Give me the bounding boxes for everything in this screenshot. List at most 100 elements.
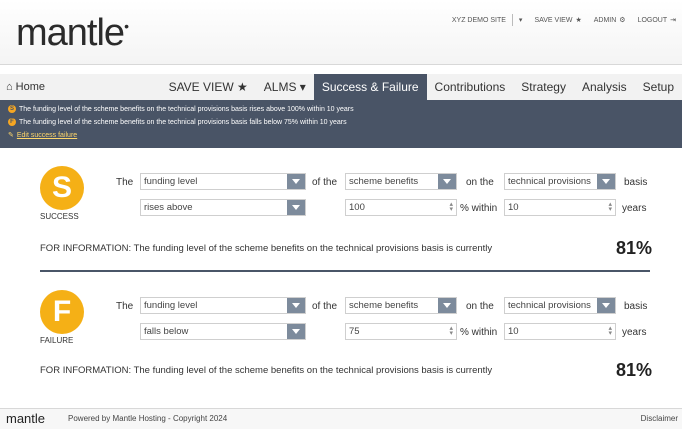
chevron-down-icon: ▾ <box>518 17 523 24</box>
failure-scope-select[interactable]: scheme benefits <box>345 297 457 314</box>
failure-info-text: FOR INFORMATION: The funding level of th… <box>40 365 493 376</box>
disclaimer-link[interactable]: Disclaimer <box>641 414 678 423</box>
success-badge-icon: S <box>8 105 16 113</box>
admin-link[interactable]: ADMIN ⚙ <box>588 16 632 25</box>
failure-pct-within-label: % within <box>460 327 498 338</box>
success-caption: SUCCESS <box>40 212 79 221</box>
failure-badge-icon: F <box>8 118 16 126</box>
success-summary-text: The funding level of the scheme benefits… <box>19 105 354 113</box>
edit-row: ✎ Edit success failure <box>8 131 77 140</box>
chevron-down-icon <box>287 324 305 339</box>
success-basis-value: technical provisions <box>508 176 591 187</box>
failure-current-value: 81% <box>616 360 653 380</box>
success-years-input[interactable]: 10 ▴ ▾ <box>504 199 616 216</box>
chevron-down-icon <box>287 174 305 189</box>
success-the-label: The <box>116 177 134 188</box>
summary-banner: S The funding level of the scheme benefi… <box>0 100 682 148</box>
failure-summary-text: The funding level of the scheme benefits… <box>19 118 347 126</box>
main-nav: ⌂ Home SAVE VIEW ★ ALMS ▾ Success & Fail… <box>0 74 682 101</box>
success-direction-value: rises above <box>144 202 193 213</box>
footer: mantle Powered by Mantle Hosting - Copyr… <box>0 408 682 429</box>
failure-on-the-label: on the <box>466 301 494 312</box>
logout-icon: ⇥ <box>670 17 676 24</box>
success-years-value: 10 <box>508 202 519 213</box>
success-on-the-label: on the <box>466 177 494 188</box>
tab-contributions[interactable]: Contributions <box>427 74 514 100</box>
failure-basis-select[interactable]: technical provisions <box>504 297 616 314</box>
save-view-label: SAVE VIEW <box>534 16 573 24</box>
tab-save-view[interactable]: SAVE VIEW ★ <box>161 74 256 100</box>
success-info-text: FOR INFORMATION: The funding level of th… <box>40 243 493 254</box>
success-threshold-value: 100 <box>349 202 365 213</box>
top-header: mantle• XYZ DEMO SITE ▾ SAVE VIEW ★ ADMIN… <box>0 0 682 65</box>
tab-strategy[interactable]: Strategy <box>513 74 574 100</box>
success-basis-label: basis <box>624 177 648 188</box>
failure-threshold-value: 75 <box>349 326 360 337</box>
tab-success-failure[interactable]: Success & Failure <box>313 74 427 100</box>
success-metric-select[interactable]: funding level <box>140 173 306 190</box>
success-pct-within-label: % within <box>460 203 498 214</box>
stepper-icon[interactable]: ▴ ▾ <box>608 201 612 213</box>
success-metric-value: funding level <box>144 176 198 187</box>
failure-badge: F <box>40 290 84 334</box>
stepper-icon[interactable]: ▴ ▾ <box>449 325 453 337</box>
success-badge: S <box>40 166 84 210</box>
failure-the-label: The <box>116 301 134 312</box>
site-dropdown-button[interactable]: ▾ <box>513 16 529 24</box>
failure-basis-value: technical provisions <box>508 300 591 311</box>
home-link[interactable]: ⌂ Home <box>6 74 45 100</box>
footer-powered-text: Powered by Mantle Hosting - Copyright 20… <box>68 414 228 423</box>
admin-label: ADMIN <box>593 16 617 24</box>
chevron-down-icon <box>287 200 305 215</box>
failure-threshold-input[interactable]: 75 ▴ ▾ <box>345 323 457 340</box>
success-direction-select[interactable]: rises above <box>140 199 306 216</box>
failure-years-input[interactable]: 10 ▴ ▾ <box>504 323 616 340</box>
logout-link[interactable]: LOGOUT ⇥ <box>632 16 682 25</box>
tab-analysis[interactable]: Analysis <box>574 74 635 100</box>
success-current-value: 81% <box>616 238 653 258</box>
edit-success-failure-link[interactable]: Edit success failure <box>17 132 77 139</box>
gear-icon: ⚙ <box>619 17 626 24</box>
logout-label: LOGOUT <box>637 16 668 24</box>
failure-of-the-label: of the <box>312 301 338 312</box>
logo-text: mantle <box>16 12 125 54</box>
success-scope-select[interactable]: scheme benefits <box>345 173 457 190</box>
failure-direction-value: falls below <box>144 326 189 337</box>
stepper-icon[interactable]: ▴ ▾ <box>449 201 453 213</box>
chevron-down-icon <box>287 298 305 313</box>
stepper-icon[interactable]: ▴ ▾ <box>608 325 612 337</box>
nav-tabs: SAVE VIEW ★ ALMS ▾ Success & Failure Con… <box>161 74 682 100</box>
success-basis-select[interactable]: technical provisions <box>504 173 616 190</box>
failure-basis-label: basis <box>624 301 648 312</box>
tab-setup[interactable]: Setup <box>635 74 682 100</box>
chevron-down-icon <box>438 174 456 189</box>
failure-caption: FAILURE <box>40 336 74 345</box>
pencil-icon: ✎ <box>8 132 14 139</box>
failure-direction-select[interactable]: falls below <box>140 323 306 340</box>
logo-mark: • <box>124 18 129 34</box>
success-summary: S The funding level of the scheme benefi… <box>8 105 354 113</box>
mantle-logo[interactable]: mantle• <box>16 12 129 55</box>
tab-alms[interactable]: ALMS ▾ <box>256 74 314 100</box>
failure-years-value: 10 <box>508 326 519 337</box>
failure-metric-select[interactable]: funding level <box>140 297 306 314</box>
home-icon: ⌂ <box>6 81 13 93</box>
site-selector[interactable]: XYZ DEMO SITE <box>446 17 512 24</box>
failure-metric-value: funding level <box>144 300 198 311</box>
section-divider <box>40 270 650 272</box>
success-years-label: years <box>622 203 647 214</box>
success-of-the-label: of the <box>312 177 338 188</box>
home-label: Home <box>15 81 45 93</box>
failure-years-label: years <box>622 327 647 338</box>
star-icon: ★ <box>575 17 582 24</box>
chevron-down-icon <box>438 298 456 313</box>
chevron-down-icon <box>597 298 615 313</box>
save-view-link[interactable]: SAVE VIEW ★ <box>528 16 587 25</box>
failure-summary: F The funding level of the scheme benefi… <box>8 118 347 126</box>
site-label: XYZ DEMO SITE <box>451 16 506 24</box>
top-links: XYZ DEMO SITE ▾ SAVE VIEW ★ ADMIN ⚙ LOGOUT… <box>446 10 682 30</box>
success-scope-value: scheme benefits <box>349 176 419 187</box>
success-threshold-input[interactable]: 100 ▴ ▾ <box>345 199 457 216</box>
chevron-down-icon <box>597 174 615 189</box>
footer-logo[interactable]: mantle <box>6 411 45 426</box>
